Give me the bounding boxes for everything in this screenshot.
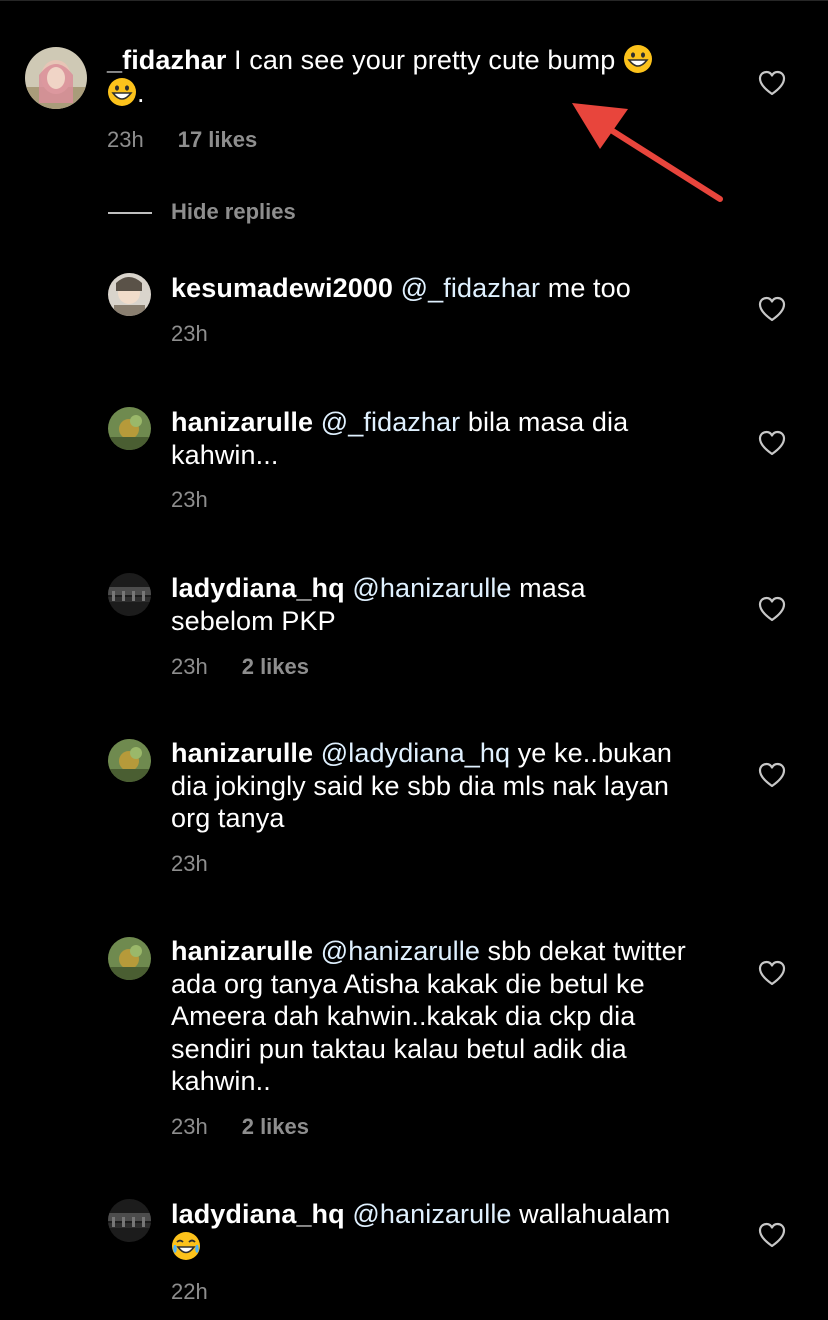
avatar[interactable]: [25, 47, 87, 109]
avatar[interactable]: [108, 407, 151, 450]
reply-text: ladydiana_hq @hanizarulle wallahualam: [171, 1198, 751, 1263]
comment-meta: 23h 17 likes: [107, 127, 257, 153]
reply-text-line: wallahualam: [511, 1199, 671, 1229]
reply-time: 23h: [171, 321, 208, 346]
comment-text-line2: .: [137, 77, 145, 108]
reply-mention[interactable]: @hanizarulle: [321, 936, 480, 966]
grinning-face-emoji: [623, 44, 653, 74]
reply-text-line: kahwin...: [171, 439, 279, 470]
heart-icon[interactable]: [758, 430, 786, 456]
reply-mention[interactable]: @hanizarulle: [352, 573, 511, 603]
reply-likes[interactable]: 2 likes: [242, 654, 309, 679]
reply-meta: 23h 2 likes: [171, 654, 309, 680]
heart-icon[interactable]: [758, 296, 786, 322]
annotation-arrow: [572, 103, 723, 202]
reply-username[interactable]: hanizarulle: [171, 738, 313, 768]
reply-time: 22h: [171, 1279, 208, 1304]
tears-of-joy-emoji: [171, 1231, 201, 1261]
reply-text-line: Ameera dah kahwin..kakak dia ckp dia: [171, 1001, 636, 1031]
reply-time: 23h: [171, 654, 208, 679]
reply-text: hanizarulle @hanizarulle sbb dekat twitt…: [171, 935, 751, 1098]
reply-text-line: me too: [540, 273, 631, 303]
hide-replies-line: [108, 212, 152, 214]
avatar[interactable]: [108, 1199, 151, 1242]
reply-text: kesumadewi2000 @_fidazhar me too: [171, 272, 731, 305]
heart-icon[interactable]: [758, 70, 786, 96]
reply-meta: 23h: [171, 851, 208, 877]
hide-replies-button[interactable]: Hide replies: [171, 199, 296, 225]
reply-text: ladydiana_hq @hanizarulle masa sebelom P…: [171, 572, 731, 637]
comment-time: 23h: [107, 127, 144, 152]
reply-time: 23h: [171, 851, 208, 876]
comment-likes[interactable]: 17 likes: [178, 127, 258, 152]
heart-icon[interactable]: [758, 1222, 786, 1248]
reply-text-line: ye ke..bukan: [510, 738, 673, 768]
reply-username[interactable]: kesumadewi2000: [171, 273, 393, 303]
heart-icon[interactable]: [758, 596, 786, 622]
avatar[interactable]: [108, 739, 151, 782]
reply-text-line: org tanya: [171, 803, 285, 833]
reply-text-line: dia jokingly said ke sbb dia mls nak lay…: [171, 770, 669, 801]
reply-meta: 22h: [171, 1279, 208, 1305]
reply-mention[interactable]: @_fidazhar: [401, 273, 540, 303]
avatar[interactable]: [108, 937, 151, 980]
heart-icon[interactable]: [758, 960, 786, 986]
reply-time: 23h: [171, 487, 208, 512]
reply-mention[interactable]: @hanizarulle: [352, 1199, 511, 1229]
reply-time: 23h: [171, 1114, 208, 1139]
comment-username[interactable]: _fidazhar: [107, 45, 226, 75]
reply-text: hanizarulle @ladydiana_hq ye ke..bukan d…: [171, 737, 751, 835]
reply-text: hanizarulle @_fidazhar bila masa dia kah…: [171, 406, 731, 471]
reply-text-line: sebelom PKP: [171, 605, 336, 636]
reply-text-line: sbb dekat twitter: [479, 936, 686, 966]
reply-text-line: ada org tanya Atisha kakak die betul ke: [171, 968, 645, 999]
reply-likes[interactable]: 2 likes: [242, 1114, 309, 1139]
reply-meta: 23h 2 likes: [171, 1114, 309, 1140]
reply-meta: 23h: [171, 487, 208, 513]
avatar[interactable]: [108, 573, 151, 616]
reply-text-line: kahwin..: [171, 1066, 271, 1096]
reply-text-line: bila masa dia: [460, 407, 629, 437]
reply-text-line: masa: [511, 573, 586, 603]
reply-mention[interactable]: @_fidazhar: [321, 407, 460, 437]
avatar[interactable]: [108, 273, 151, 316]
reply-mention[interactable]: @ladydiana_hq: [321, 738, 510, 768]
reply-text-line: sendiri pun taktau kalau betul adik dia: [171, 1033, 627, 1064]
main-comment-text: _fidazhar I can see your pretty cute bum…: [107, 44, 747, 109]
grinning-face-emoji: [107, 77, 137, 107]
comment-text-line1: I can see your pretty cute bump: [226, 45, 623, 75]
reply-username[interactable]: hanizarulle: [171, 936, 313, 966]
reply-username[interactable]: ladydiana_hq: [171, 573, 345, 603]
heart-icon[interactable]: [758, 762, 786, 788]
top-divider: [0, 0, 828, 1]
reply-username[interactable]: hanizarulle: [171, 407, 313, 437]
reply-username[interactable]: ladydiana_hq: [171, 1199, 345, 1229]
reply-meta: 23h: [171, 321, 208, 347]
